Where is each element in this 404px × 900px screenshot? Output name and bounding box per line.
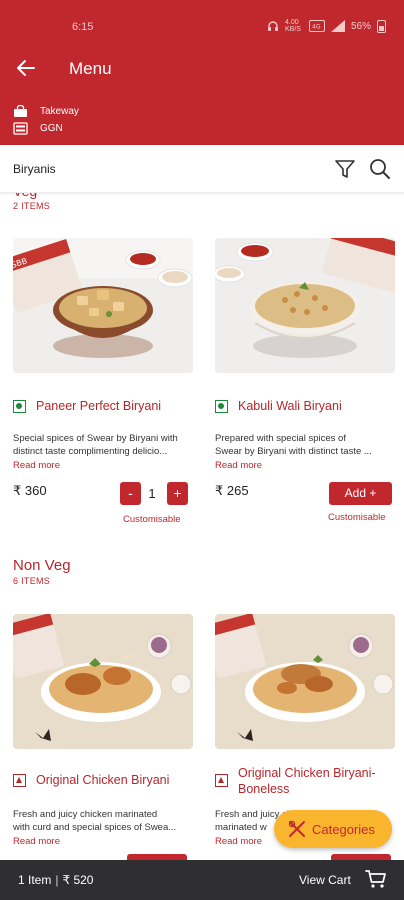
categories-button[interactable]: Categories: [274, 810, 392, 848]
dish-image: [215, 614, 395, 749]
cart-summary: 1 Item | ₹ 520: [18, 873, 93, 887]
decrease-quantity-button[interactable]: -: [120, 482, 141, 505]
battery-icon: [377, 19, 386, 33]
description-line: with curd and special spices of Swea...: [13, 822, 177, 833]
section-count-non-veg: 6 ITEMS: [13, 576, 51, 586]
battery-percent: 56%: [350, 20, 371, 32]
description-line: Special spices of Swear by Biryani with: [13, 433, 178, 444]
increase-quantity-button[interactable]: +: [167, 482, 188, 505]
dish-description: Prepared with special spices of Swear by…: [215, 432, 395, 458]
status-icons: 4.00 KB/S 4G 56%: [267, 19, 386, 33]
store-location: GGN: [40, 123, 63, 134]
customisable-label: Customisable: [328, 512, 386, 523]
dish-price: ₹ 265: [215, 483, 249, 498]
network-speed: 4.00 KB/S: [284, 19, 301, 33]
dish-image: SBB: [13, 238, 193, 373]
dish-description: Special spices of Swear by Biryani with …: [13, 432, 193, 458]
description-line: Swear by Biryani with distinct taste ...: [215, 446, 372, 457]
back-arrow-icon[interactable]: [14, 56, 38, 80]
current-category[interactable]: Biryanis: [13, 162, 56, 176]
store-icon: [13, 122, 28, 135]
cutlery-icon: [288, 820, 305, 837]
takeaway-bag-icon: [14, 105, 27, 117]
location-row[interactable]: GGN: [13, 122, 63, 135]
non-veg-indicator-icon: [215, 774, 228, 787]
cart-icon[interactable]: [365, 868, 387, 890]
section-count-veg: 2 ITEMS: [13, 201, 51, 211]
veg-indicator-icon: [215, 400, 228, 413]
search-icon[interactable]: [368, 157, 392, 181]
svg-text:4G: 4G: [312, 24, 321, 31]
dish-description: Fresh and juicy chicken marinated with c…: [13, 808, 193, 834]
order-mode: Takeway: [40, 106, 79, 117]
dish-name[interactable]: Original Chicken Biryani: [36, 772, 196, 788]
app-header: 6:15 4.00 KB/S 4G 56% Menu Takeway GGN: [0, 0, 404, 145]
menu-item-card[interactable]: SBB Paneer Perfect Biryani Special spice…: [13, 238, 193, 528]
dish-name-line: Boneless: [238, 782, 290, 796]
view-cart-button[interactable]: View Cart: [299, 873, 351, 887]
veg-indicator-icon: [13, 400, 26, 413]
cart-total: ₹ 520: [62, 873, 94, 887]
non-veg-indicator-icon: [13, 774, 26, 787]
dish-name-line: Original Chicken Biryani-: [238, 766, 376, 780]
dish-image: [215, 238, 395, 373]
headset-icon: [267, 21, 278, 31]
dish-name[interactable]: Kabuli Wali Biryani: [238, 398, 398, 414]
read-more-link[interactable]: Read more: [13, 836, 60, 847]
menu-item-card[interactable]: Original Chicken Biryani Fresh and juicy…: [13, 614, 193, 860]
order-mode-row[interactable]: Takeway: [13, 105, 79, 118]
categories-label: Categories: [312, 821, 375, 837]
filter-icon[interactable]: [334, 158, 356, 180]
read-more-link[interactable]: Read more: [13, 460, 60, 471]
cart-bar[interactable]: 1 Item | ₹ 520 View Cart: [0, 860, 404, 900]
customisable-label: Customisable: [123, 514, 181, 525]
add-to-cart-button[interactable]: Add +: [329, 482, 392, 505]
dish-name[interactable]: Original Chicken Biryani- Boneless: [238, 765, 398, 797]
section-title-non-veg: Non Veg: [13, 557, 71, 574]
divider: |: [55, 873, 59, 887]
signal-icon: [330, 20, 345, 32]
cart-item-count: 1 Item: [18, 873, 52, 887]
menu-item-card[interactable]: Kabuli Wali Biryani Prepared with specia…: [215, 238, 395, 528]
quantity-value: 1: [148, 486, 156, 501]
volte-icon: 4G: [308, 20, 325, 32]
status-bar: 6:15 4.00 KB/S 4G 56%: [0, 0, 404, 56]
description-line: Fresh and juicy chicken marinated: [13, 809, 158, 820]
dish-image: [13, 614, 193, 749]
status-time: 6:15: [72, 21, 94, 33]
read-more-link[interactable]: Read more: [215, 460, 262, 471]
dish-name[interactable]: Paneer Perfect Biryani: [36, 398, 196, 414]
description-line: distinct taste complimenting delicio...: [13, 446, 168, 457]
read-more-link[interactable]: Read more: [215, 836, 262, 847]
description-line: Prepared with special spices of: [215, 433, 346, 444]
page-title: Menu: [69, 59, 112, 78]
dish-price: ₹ 360: [13, 483, 47, 498]
